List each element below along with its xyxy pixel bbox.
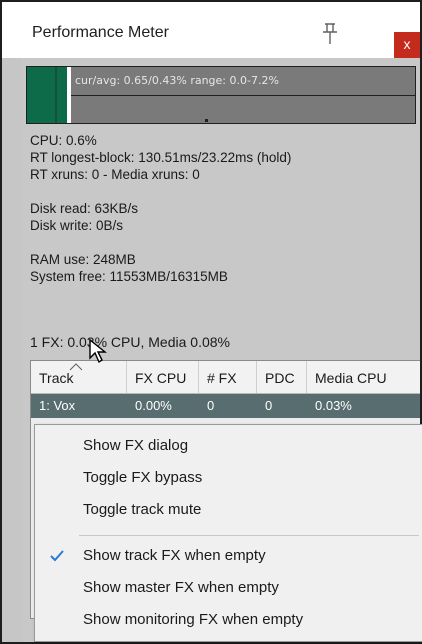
table-row[interactable]: 1: Vox 0.00% 0 0 0.03%: [31, 394, 420, 418]
meter-midline: [71, 95, 415, 96]
menu-item-show-track-fx-when-empty[interactable]: Show track FX when empty: [35, 539, 422, 573]
column-fx-cpu[interactable]: FX CPU: [127, 361, 199, 393]
menu-item-toggle-fx-bypass[interactable]: Toggle FX bypass: [35, 461, 422, 495]
rt-longest-block-stat: RT longest-block: 130.51ms/23.22ms (hold…: [30, 150, 292, 165]
xruns-stat: RT xruns: 0 - Media xruns: 0: [30, 167, 200, 182]
cell-track: 1: Vox: [39, 398, 76, 413]
cell-fx-cpu: 0.00%: [135, 398, 172, 413]
meter-tick: [55, 67, 57, 123]
disk-read-stat: Disk read: 63KB/s: [30, 201, 139, 216]
ram-use-stat: RAM use: 248MB: [30, 252, 136, 267]
meter-fill: [27, 67, 67, 123]
menu-separator: [79, 535, 419, 536]
menu-item-show-master-fx-when-empty[interactable]: Show master FX when empty: [35, 571, 422, 605]
menu-item-toggle-track-mute[interactable]: Toggle track mute: [35, 493, 422, 527]
column-pdc[interactable]: PDC: [257, 361, 307, 393]
context-menu: Show FX dialog Toggle FX bypass Toggle t…: [34, 424, 422, 642]
cpu-stat: CPU: 0.6%: [30, 133, 97, 148]
mouse-cursor-icon: [89, 338, 107, 364]
stats-block: CPU: 0.6% RT longest-block: 130.51ms/23.…: [30, 132, 420, 285]
menu-item-show-monitoring-fx-when-empty[interactable]: Show monitoring FX when empty: [35, 603, 422, 637]
table-header: Track FX CPU # FX PDC Media CPU: [31, 361, 420, 394]
meter-readout: cur/avg: 0.65/0.43% range: 0.0-7.2%: [75, 74, 279, 87]
cell-pdc: 0: [265, 398, 273, 413]
cell-media-cpu: 0.03%: [315, 398, 352, 413]
fx-summary: 1 FX: 0.03% CPU, Media 0.08%: [30, 334, 230, 350]
column-media-cpu[interactable]: Media CPU: [307, 361, 420, 393]
window-title: Performance Meter: [32, 24, 169, 41]
disk-write-stat: Disk write: 0B/s: [30, 218, 124, 233]
meter-marker: [205, 119, 208, 122]
pin-icon[interactable]: [320, 22, 340, 46]
close-button[interactable]: x: [394, 32, 420, 58]
column-num-fx[interactable]: # FX: [199, 361, 257, 393]
menu-item-show-fx-dialog[interactable]: Show FX dialog: [35, 429, 422, 463]
checkmark-icon: [50, 550, 64, 562]
title-bar: Performance Meter x: [2, 2, 420, 58]
system-free-stat: System free: 11553MB/16315MB: [30, 269, 228, 284]
cpu-meter: cur/avg: 0.65/0.43% range: 0.0-7.2%: [26, 66, 416, 124]
cell-num-fx: 0: [207, 398, 215, 413]
sort-ascending-icon: [69, 363, 83, 371]
column-track[interactable]: Track: [31, 361, 127, 393]
